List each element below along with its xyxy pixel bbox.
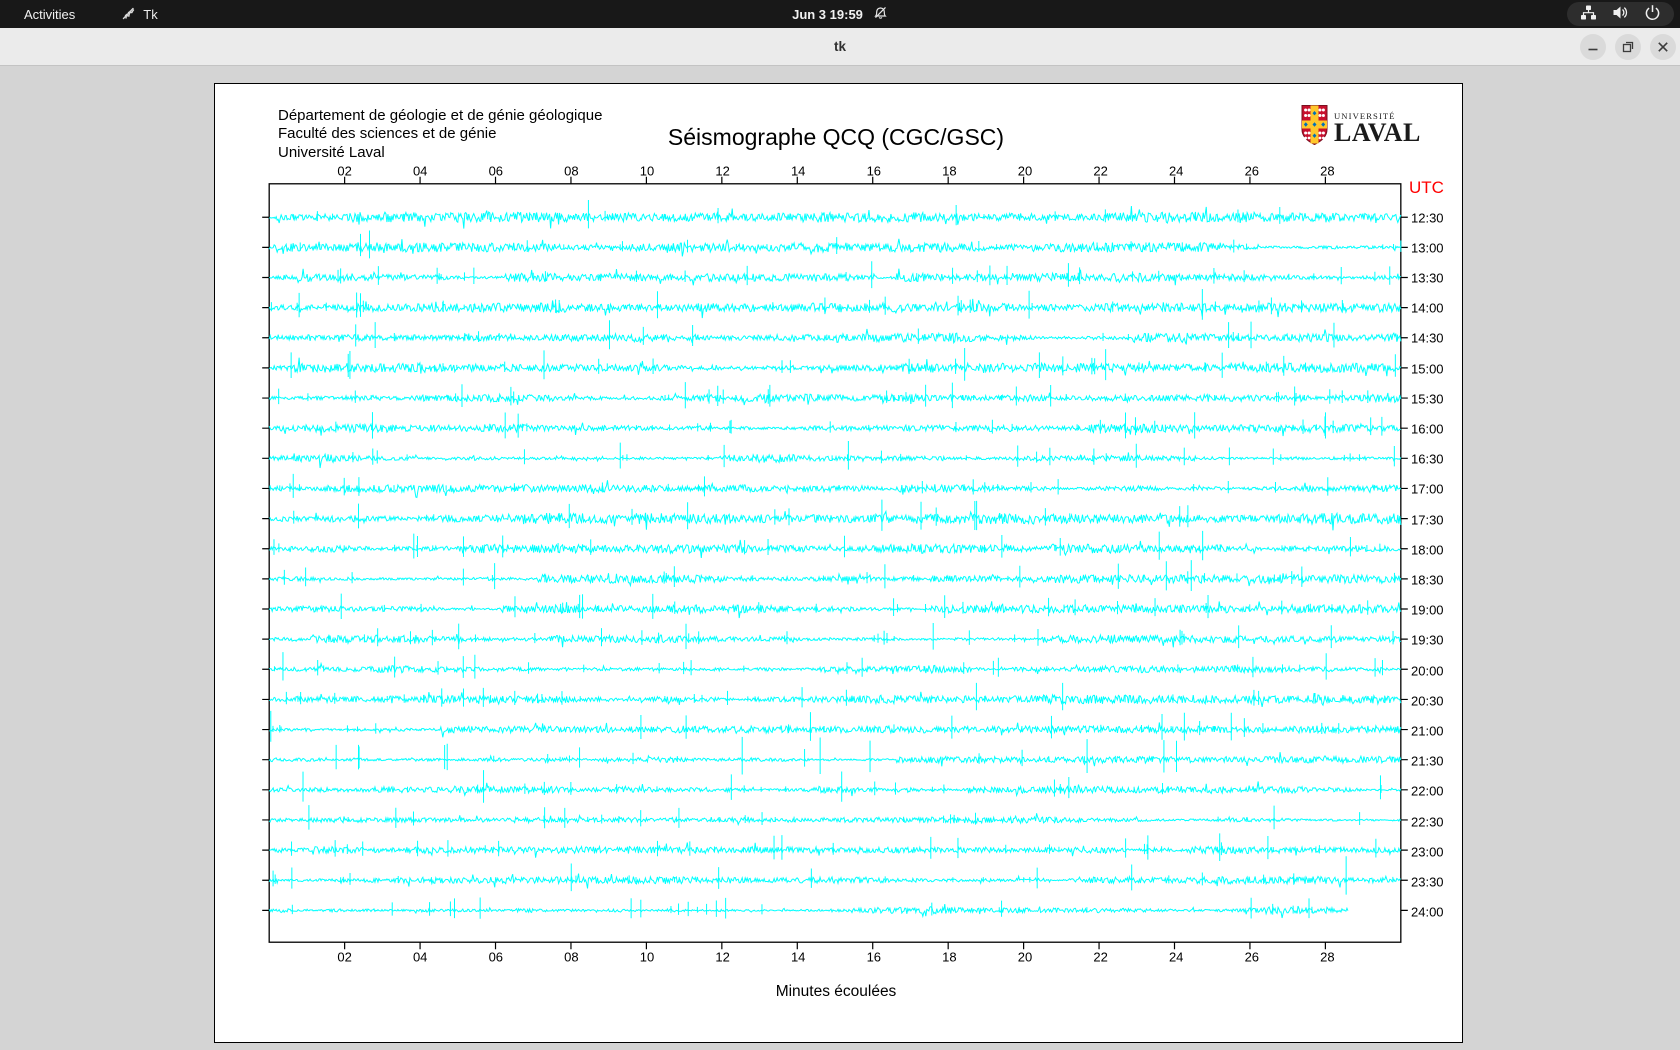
x-tick-label-bottom-02: 02 [337, 949, 352, 965]
axis-labels-layer: 02 02 04 04 06 06 08 08 10 10 12 12 14 14 16 16 18 18 20 20… [215, 84, 1462, 1042]
activities-button[interactable]: Activities [18, 5, 81, 24]
x-tick-label-bottom-22: 22 [1093, 949, 1108, 965]
utc-row-label-14:00: 14:00 [1411, 300, 1444, 316]
x-tick-label-bottom-06: 06 [488, 949, 504, 965]
power-icon [1644, 4, 1661, 24]
x-tick-label-bottom-28: 28 [1320, 949, 1335, 965]
utc-row-label-22:00: 22:00 [1411, 783, 1444, 799]
x-tick-label-top-02: 02 [337, 163, 352, 179]
x-tick-label-bottom-16: 16 [866, 949, 882, 965]
x-tick-label-bottom-24: 24 [1168, 949, 1184, 965]
utc-row-label-17:00: 17:00 [1411, 481, 1444, 497]
restore-button[interactable] [1615, 34, 1641, 60]
x-tick-label-top-28: 28 [1320, 163, 1335, 179]
utc-row-label-20:00: 20:00 [1411, 663, 1444, 678]
x-tick-label-top-26: 26 [1244, 163, 1260, 179]
x-tick-label-top-04: 04 [412, 163, 428, 179]
x-tick-label-top-20: 20 [1017, 163, 1033, 179]
window-title: tk [833, 39, 846, 54]
network-wired-icon [1580, 4, 1597, 24]
utc-row-label-23:00: 23:00 [1411, 844, 1444, 860]
utc-row-label-18:00: 18:00 [1411, 542, 1444, 558]
x-tick-label-bottom-20: 20 [1017, 949, 1033, 965]
tk-window-background: Département de géologie et de génie géol… [0, 66, 1680, 1050]
utc-row-label-18:30: 18:30 [1411, 572, 1444, 588]
utc-row-label-13:00: 13:00 [1411, 240, 1444, 256]
x-tick-label-bottom-18: 18 [942, 949, 957, 965]
x-tick-label-top-22: 22 [1093, 163, 1108, 179]
utc-row-label-23:30: 23:30 [1411, 874, 1444, 890]
utc-row-label-19:00: 19:00 [1411, 602, 1444, 618]
utc-row-label-19:30: 19:30 [1411, 632, 1444, 648]
x-tick-label-bottom-10: 10 [639, 949, 655, 965]
x-tick-label-bottom-14: 14 [790, 949, 806, 965]
utc-row-label-22:30: 22:30 [1411, 814, 1444, 829]
x-tick-label-bottom-26: 26 [1244, 949, 1260, 965]
utc-row-label-21:00: 21:00 [1411, 723, 1444, 739]
window-titlebar[interactable]: tk [0, 28, 1680, 66]
x-tick-label-top-08: 08 [564, 163, 579, 179]
x-tick-label-bottom-12: 12 [715, 949, 730, 965]
x-tick-label-bottom-08: 08 [564, 949, 579, 965]
tk-feather-icon [121, 5, 136, 24]
x-axis-title: Minutes écoulées [775, 983, 897, 1000]
seismograph-canvas: Département de géologie et de génie géol… [214, 83, 1463, 1043]
utc-row-label-14:30: 14:30 [1411, 330, 1444, 346]
utc-row-label-16:00: 16:00 [1411, 421, 1444, 437]
utc-row-label-17:30: 17:30 [1411, 512, 1444, 527]
notifications-muted-icon [873, 5, 888, 23]
utc-row-label-15:00: 15:00 [1411, 361, 1444, 376]
x-tick-label-top-14: 14 [790, 163, 806, 179]
system-status-area[interactable] [1567, 2, 1674, 26]
volume-icon [1612, 4, 1629, 24]
x-tick-label-top-24: 24 [1168, 163, 1184, 179]
minimize-button[interactable] [1580, 34, 1606, 60]
x-tick-label-top-06: 06 [488, 163, 504, 179]
gnome-top-bar: Activities Tk Jun 3 19:59 [0, 0, 1680, 28]
x-tick-label-bottom-04: 04 [412, 949, 428, 965]
focused-app-name: Tk [143, 6, 158, 22]
utc-row-label-12:30: 12:30 [1411, 210, 1444, 225]
x-tick-label-top-10: 10 [639, 163, 655, 179]
x-tick-label-top-16: 16 [866, 163, 882, 179]
desktop-screen: Activities Tk Jun 3 19:59 tk Département… [0, 0, 1680, 1050]
clock-menu[interactable]: Jun 3 19:59 [792, 0, 888, 28]
x-tick-label-top-12: 12 [715, 163, 730, 179]
utc-row-label-24:00: 24:00 [1411, 904, 1444, 920]
utc-row-label-20:30: 20:30 [1411, 693, 1444, 709]
x-tick-label-top-18: 18 [942, 163, 957, 179]
utc-row-label-15:30: 15:30 [1411, 391, 1444, 407]
close-button[interactable] [1650, 34, 1676, 60]
utc-row-label-13:30: 13:30 [1411, 270, 1444, 286]
utc-row-label-16:30: 16:30 [1411, 451, 1444, 467]
utc-row-label-21:30: 21:30 [1411, 753, 1444, 769]
clock-label: Jun 3 19:59 [792, 6, 863, 22]
focused-app-menu[interactable]: Tk [121, 5, 158, 24]
